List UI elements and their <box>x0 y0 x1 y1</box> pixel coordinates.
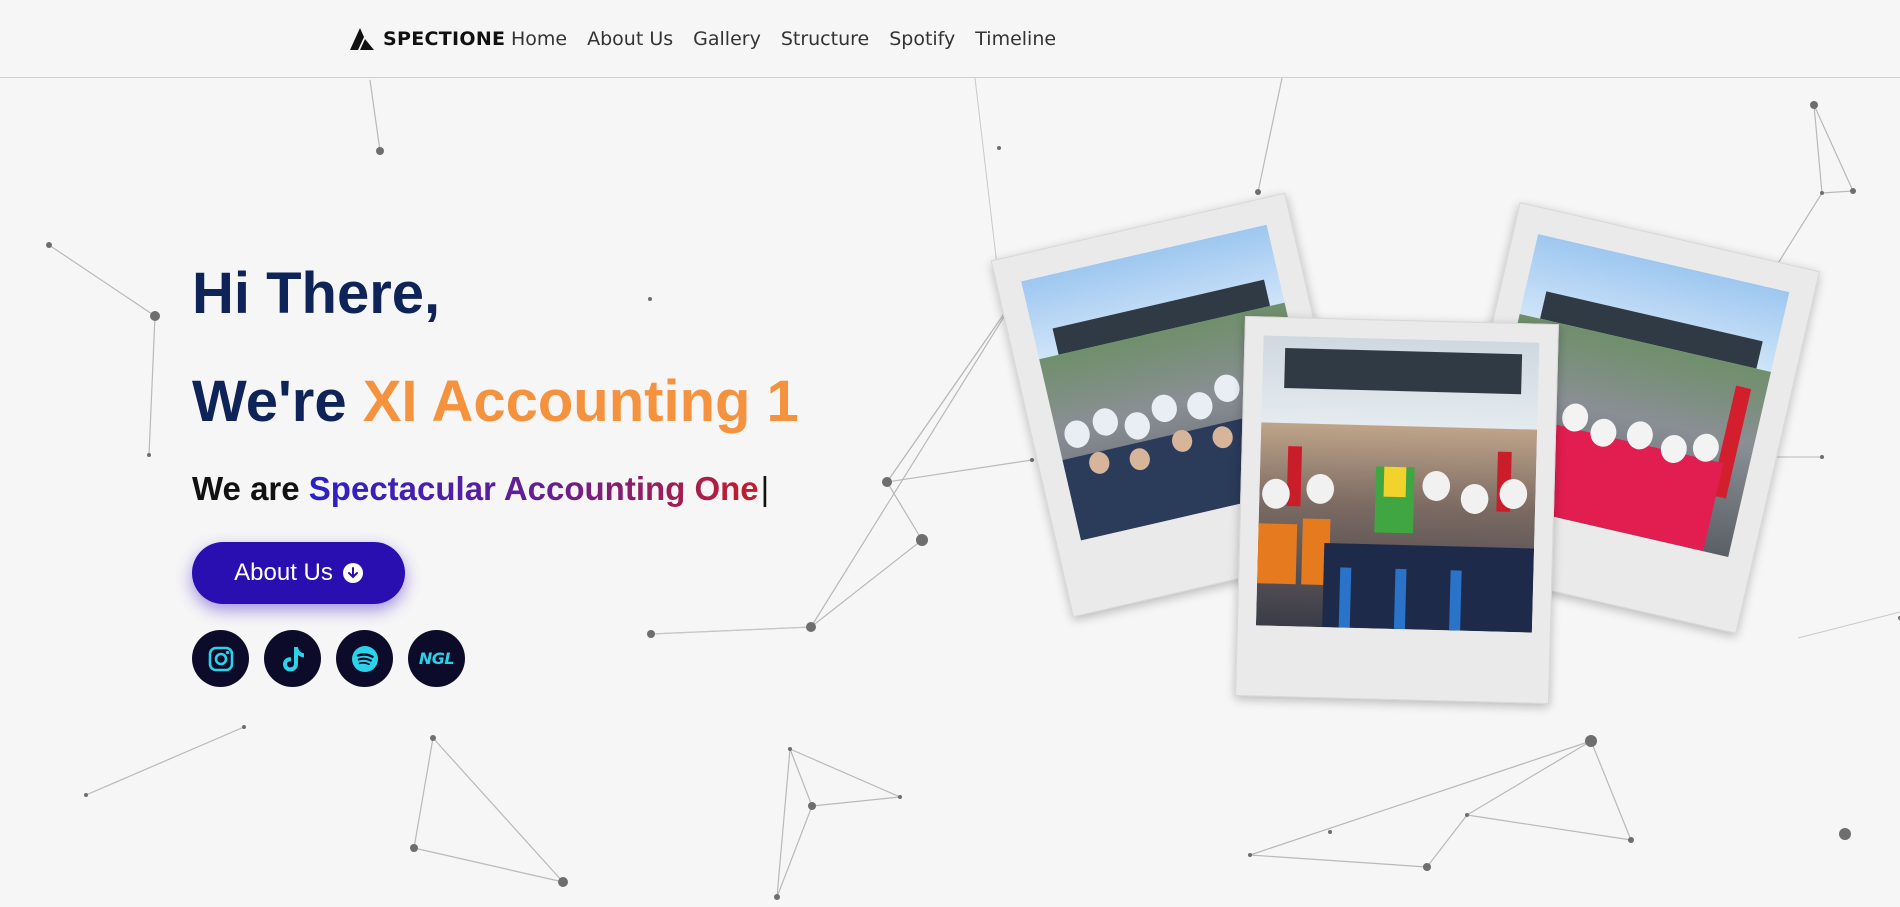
hero-headline: We're XI Accounting 1 <box>192 368 799 435</box>
network-link <box>649 626 812 635</box>
network-node <box>430 735 436 741</box>
network-link <box>1466 740 1592 816</box>
network-link <box>1466 814 1632 841</box>
network-node <box>1030 458 1034 462</box>
network-node <box>1248 853 1252 857</box>
nav-link-home[interactable]: Home <box>511 26 567 52</box>
network-node <box>1585 735 1597 747</box>
network-link <box>1249 740 1592 856</box>
network-link <box>1797 611 1900 639</box>
spotify-icon <box>351 645 378 672</box>
network-node <box>788 747 792 751</box>
about-us-button[interactable]: About Us <box>192 542 405 604</box>
network-node <box>997 146 1001 150</box>
network-node <box>558 877 568 887</box>
network-node <box>1839 828 1851 840</box>
network-node <box>410 844 418 852</box>
headline-prefix: We're <box>192 369 347 434</box>
polaroid-photo-center[interactable] <box>1235 315 1559 705</box>
brand-name: SPECTIONE <box>383 28 506 50</box>
network-node <box>150 311 160 321</box>
network-node <box>808 802 816 810</box>
network-node <box>1850 188 1856 194</box>
network-link <box>886 459 1033 483</box>
network-node <box>1465 813 1469 817</box>
network-link <box>810 539 923 628</box>
headline-accent: XI Accounting 1 <box>362 369 799 434</box>
about-us-button-label: About Us <box>234 559 333 586</box>
network-node <box>1423 863 1431 871</box>
network-link <box>789 748 901 798</box>
network-node <box>242 725 246 729</box>
network-node <box>1328 830 1332 834</box>
network-link <box>810 290 1021 628</box>
tiktok-link[interactable] <box>264 630 321 687</box>
network-link <box>148 315 156 456</box>
network-link <box>776 805 813 898</box>
network-node <box>806 622 816 632</box>
social-links: NGL <box>192 630 465 687</box>
network-link <box>1249 854 1428 868</box>
ngl-link[interactable]: NGL <box>408 630 465 687</box>
nav-link-structure[interactable]: Structure <box>781 26 869 52</box>
network-node <box>916 534 928 546</box>
nav-link-gallery[interactable]: Gallery <box>693 26 761 52</box>
nav-link-spotify[interactable]: Spotify <box>889 26 955 52</box>
navbar: SPECTIONE Home About Us Gallery Structur… <box>0 0 1900 78</box>
hero-tagline: We are Spectacular Accounting One| <box>192 470 769 508</box>
network-link <box>369 79 381 152</box>
brand[interactable]: SPECTIONE <box>349 25 505 53</box>
network-link <box>886 481 923 541</box>
network-link <box>413 737 434 849</box>
nav-links: Home About Us Gallery Structure Spotify … <box>511 26 1056 52</box>
network-node <box>46 242 52 248</box>
network-link <box>1813 104 1823 194</box>
network-node <box>647 630 655 638</box>
network-node <box>1820 191 1824 195</box>
network-node <box>774 894 780 900</box>
network-link <box>48 244 156 317</box>
network-node <box>1810 101 1818 109</box>
network-node <box>648 297 652 301</box>
network-node <box>376 147 384 155</box>
class-photo-center <box>1255 335 1540 633</box>
network-link <box>1813 104 1854 192</box>
network-link <box>432 737 564 883</box>
network-link <box>1426 814 1468 868</box>
hero-greeting: Hi There, <box>192 261 441 326</box>
arrow-down-circle-icon <box>342 563 363 583</box>
network-link <box>886 290 1021 483</box>
network-link <box>776 748 791 898</box>
nav-link-about-us[interactable]: About Us <box>587 26 673 52</box>
network-link <box>85 726 245 796</box>
network-link <box>1821 190 1854 194</box>
network-link <box>413 847 564 883</box>
tiktok-icon <box>282 646 304 671</box>
typing-cursor: | <box>760 470 770 507</box>
network-node <box>1628 837 1634 843</box>
tagline-typed-text: Spectacular Accounting One <box>308 470 759 507</box>
network-link <box>1590 740 1632 841</box>
network-node <box>898 795 902 799</box>
network-node <box>147 453 151 457</box>
network-link <box>1257 77 1283 193</box>
nav-link-timeline[interactable]: Timeline <box>975 26 1056 52</box>
spotify-link[interactable] <box>336 630 393 687</box>
network-node <box>84 793 88 797</box>
instagram-link[interactable] <box>192 630 249 687</box>
instagram-icon <box>208 646 233 671</box>
brand-logo-icon <box>350 28 374 50</box>
network-link <box>811 796 901 807</box>
ngl-icon: NGL <box>418 649 455 668</box>
network-node <box>882 477 892 487</box>
tagline-prefix: We are <box>192 470 300 507</box>
network-node <box>1255 189 1261 195</box>
network-node <box>1820 455 1824 459</box>
